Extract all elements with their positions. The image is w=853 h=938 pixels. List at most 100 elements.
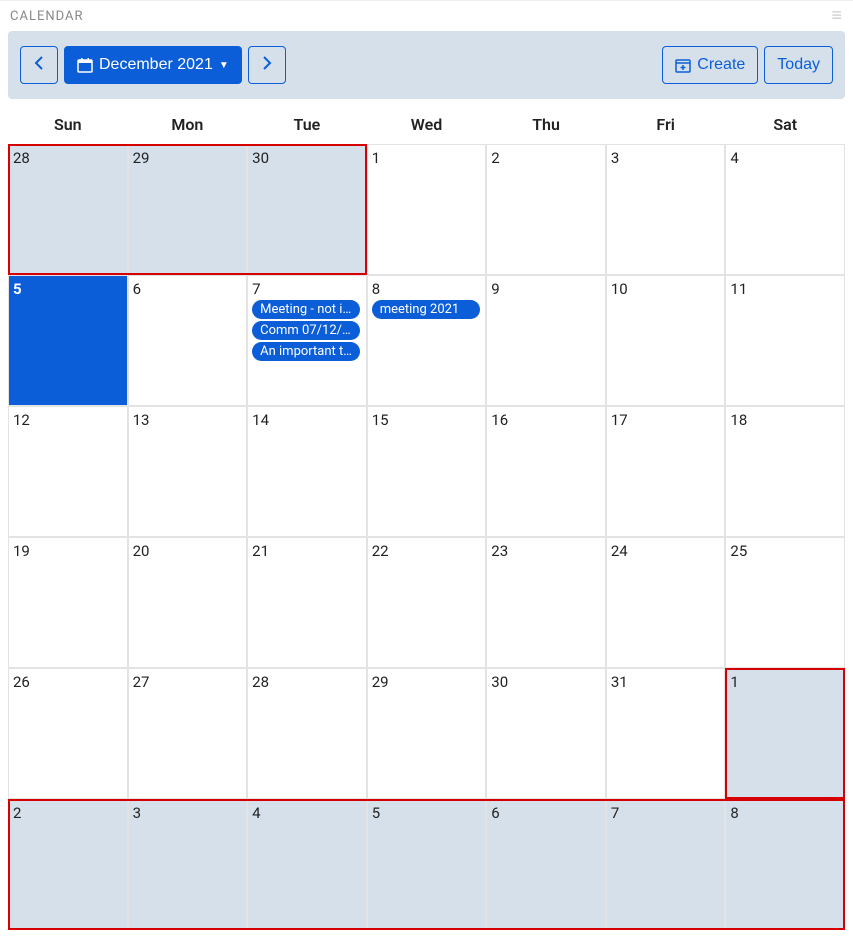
toolbar-left: December 2021 ▼	[20, 46, 286, 84]
day-number: 7	[252, 280, 260, 298]
day-cell[interactable]: 12	[8, 406, 128, 537]
day-cell[interactable]: 15	[367, 406, 487, 537]
chevron-left-icon	[34, 56, 44, 75]
day-cell[interactable]: 18	[725, 406, 845, 537]
day-cell[interactable]: 14	[247, 406, 367, 537]
day-cell[interactable]: 27	[128, 668, 248, 799]
day-cell[interactable]: 1	[725, 668, 845, 799]
day-number: 16	[491, 411, 508, 429]
day-cell[interactable]: 23	[486, 537, 606, 668]
week-row: 19 20 212223 24 25	[8, 537, 845, 668]
week-row: 28 29 30 1 2 3 4	[8, 144, 845, 275]
day-cell[interactable]: 7	[606, 799, 726, 930]
day-cell[interactable]: 20	[128, 537, 248, 668]
day-number: 2	[13, 804, 21, 822]
day-header-row: SunMonTueWedThuFriSat	[8, 107, 845, 144]
day-number: 31	[611, 673, 628, 691]
day-cell[interactable]: 10	[606, 275, 726, 406]
day-cell[interactable]: 8	[725, 799, 845, 930]
week-row: 2 3 4 5 67 8	[8, 799, 845, 930]
day-number: 4	[252, 804, 260, 822]
day-cell[interactable]: 5	[8, 275, 128, 406]
day-cell[interactable]: 24	[606, 537, 726, 668]
day-number: 28	[252, 673, 269, 691]
event-pill[interactable]: An important ta…	[252, 342, 360, 361]
day-cell[interactable]: 6	[128, 275, 248, 406]
calendar-grid: SunMonTueWedThuFriSat 2829301234567Meeti…	[8, 107, 845, 930]
event-pill[interactable]: Comm 07/12/21	[252, 321, 360, 340]
day-cell[interactable]: 5	[367, 799, 487, 930]
prev-month-button[interactable]	[20, 46, 58, 84]
week-row: 26 2728 29 30 31 1	[8, 668, 845, 799]
day-cell[interactable]: 7 Meeting - not i… Comm 07/12/21 An importa…	[247, 275, 367, 406]
next-month-button[interactable]	[248, 46, 286, 84]
day-header: Sat	[725, 107, 845, 144]
day-number: 20	[133, 542, 150, 560]
day-number: 23	[491, 542, 508, 560]
day-cell[interactable]: 8meeting 2021	[367, 275, 487, 406]
day-cell[interactable]: 31	[606, 668, 726, 799]
day-number: 3	[611, 149, 619, 167]
day-cell[interactable]: 4	[247, 799, 367, 930]
day-cell[interactable]: 3	[128, 799, 248, 930]
day-cell[interactable]: 21	[247, 537, 367, 668]
calendar-panel: CALENDAR ≡ December 2021 ▼	[0, 0, 853, 930]
day-number: 25	[730, 542, 747, 560]
day-cell[interactable]: 30	[486, 668, 606, 799]
week-row: 12 13 14 1516 17 18	[8, 406, 845, 537]
day-cell[interactable]: 9	[486, 275, 606, 406]
day-number: 1	[372, 149, 380, 167]
day-number: 2	[491, 149, 499, 167]
calendar-toolbar: December 2021 ▼ Create Today	[8, 31, 845, 99]
month-picker-button[interactable]: December 2021 ▼	[64, 46, 242, 84]
today-label: Today	[777, 56, 820, 74]
day-cell[interactable]: 1	[367, 144, 487, 275]
create-button[interactable]: Create	[662, 46, 758, 84]
calendar-weeks: 2829301234567Meeting - not i…Comm 07/12/…	[8, 144, 845, 930]
day-cell[interactable]: 22	[367, 537, 487, 668]
today-button[interactable]: Today	[764, 46, 833, 84]
day-cell[interactable]: 2	[486, 144, 606, 275]
day-cell[interactable]: 11	[725, 275, 845, 406]
toolbar-right: Create Today	[662, 46, 833, 84]
day-number: 13	[133, 411, 150, 429]
day-cell[interactable]: 6	[486, 799, 606, 930]
day-number: 10	[611, 280, 628, 298]
day-header: Thu	[486, 107, 606, 144]
day-cell[interactable]: 28	[247, 668, 367, 799]
day-header: Sun	[8, 107, 128, 144]
day-number: 7	[611, 804, 619, 822]
day-cell[interactable]: 16	[486, 406, 606, 537]
day-number: 3	[133, 804, 141, 822]
day-cell[interactable]: 29	[128, 144, 248, 275]
caret-down-icon: ▼	[219, 60, 229, 71]
day-number: 24	[611, 542, 628, 560]
day-cell[interactable]: 19	[8, 537, 128, 668]
day-number: 29	[133, 149, 150, 167]
day-number: 26	[13, 673, 30, 691]
day-number: 12	[13, 411, 30, 429]
day-number: 14	[252, 411, 269, 429]
event-pill[interactable]: Meeting - not i…	[252, 300, 360, 319]
day-cell[interactable]: 2	[8, 799, 128, 930]
day-cell[interactable]: 13	[128, 406, 248, 537]
day-number: 19	[13, 542, 30, 560]
day-number: 28	[13, 149, 30, 167]
day-cell[interactable]: 29	[367, 668, 487, 799]
calendar-icon	[77, 57, 93, 73]
day-cell[interactable]: 17	[606, 406, 726, 537]
day-number: 11	[730, 280, 747, 298]
day-cell[interactable]: 26	[8, 668, 128, 799]
day-number: 17	[611, 411, 628, 429]
day-cell[interactable]: 3	[606, 144, 726, 275]
day-cell[interactable]: 28	[8, 144, 128, 275]
day-number: 29	[372, 673, 389, 691]
day-cell[interactable]: 25	[725, 537, 845, 668]
hamburger-icon[interactable]: ≡	[831, 7, 843, 25]
event-pill[interactable]: meeting 2021	[372, 300, 480, 319]
day-cell[interactable]: 30	[247, 144, 367, 275]
day-number: 5	[372, 804, 380, 822]
day-number: 30	[252, 149, 269, 167]
day-cell[interactable]: 4	[725, 144, 845, 275]
calendar-plus-icon	[675, 57, 691, 73]
